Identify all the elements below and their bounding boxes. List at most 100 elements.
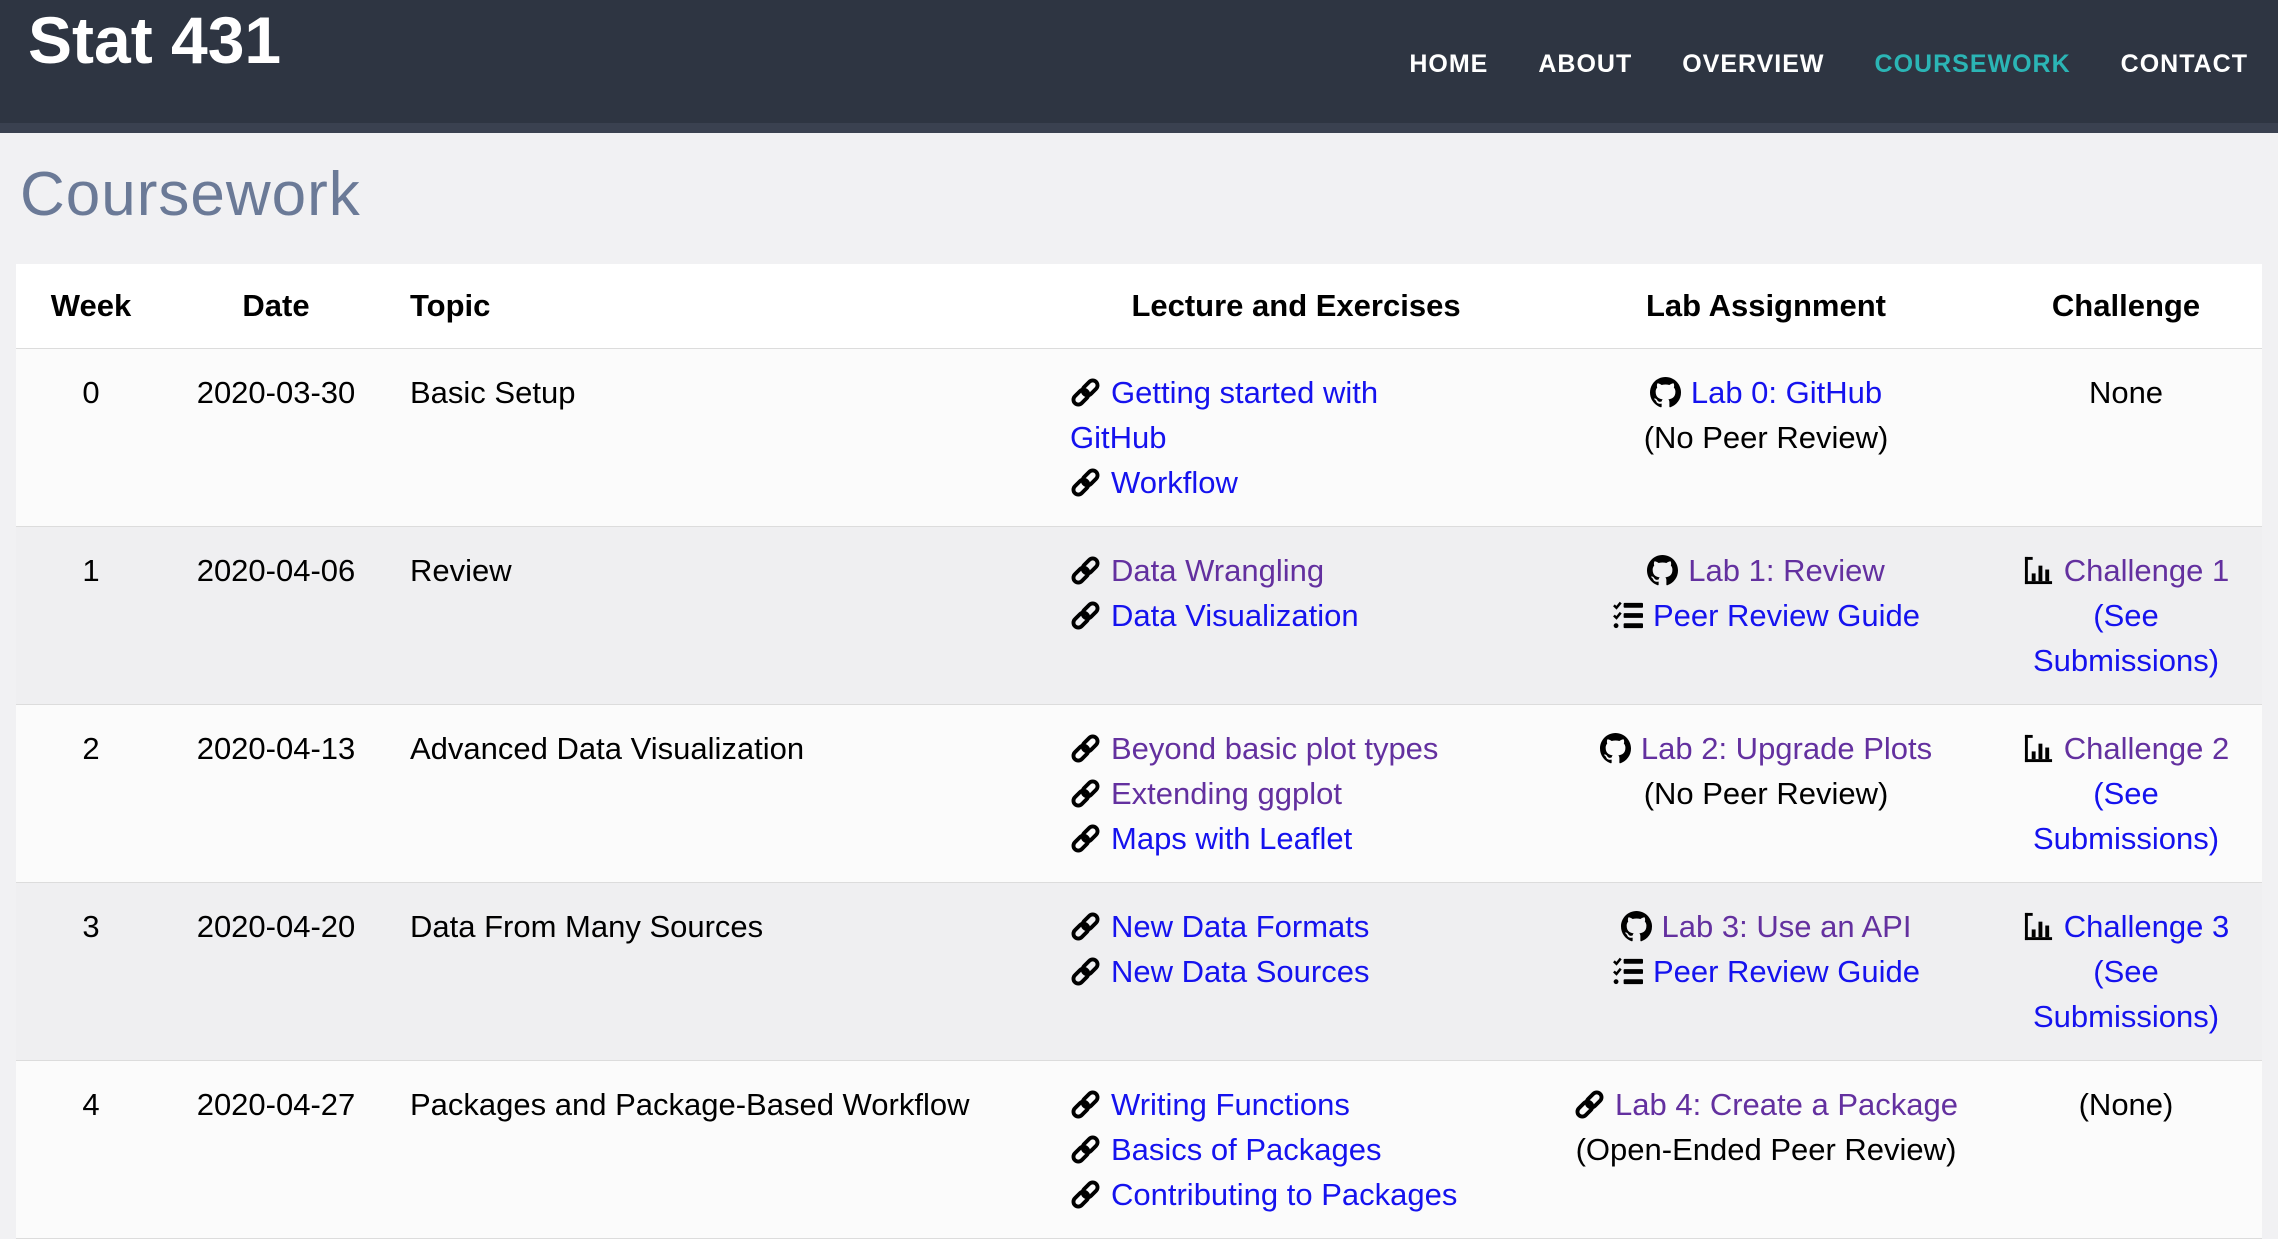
challenge-link[interactable]: Challenge 1 xyxy=(2064,553,2229,588)
topic-cell: Advanced Data Visualization xyxy=(386,705,1050,883)
lecture-link[interactable]: New Data Sources xyxy=(1111,954,1369,989)
link-icon xyxy=(1070,733,1101,764)
challenge-cell: (None) xyxy=(1990,1061,2262,1239)
lab-note: (Open-Ended Peer Review) xyxy=(1576,1132,1957,1167)
lab-line: Lab 0: GitHub xyxy=(1558,370,1974,415)
challenge-line: Challenge 3 xyxy=(2023,909,2229,944)
github-icon xyxy=(1600,733,1631,764)
chart-icon xyxy=(2023,733,2054,764)
challenge-line: (See Submissions) xyxy=(2033,598,2219,678)
link-icon xyxy=(1070,377,1101,408)
challenge-cell: Challenge 2 (See Submissions) xyxy=(1990,705,2262,883)
link-icon xyxy=(1070,956,1101,987)
column-header-date: Date xyxy=(166,264,386,349)
challenge-link[interactable]: (See Submissions) xyxy=(2033,598,2219,678)
lecture-link[interactable]: Writing Functions xyxy=(1111,1087,1350,1122)
lecture-link[interactable]: Data Wrangling xyxy=(1111,553,1324,588)
link-icon xyxy=(1070,467,1101,498)
lecture-link[interactable]: Contributing to Packages xyxy=(1111,1177,1457,1212)
table-header: WeekDateTopicLecture and ExercisesLab As… xyxy=(16,264,2262,349)
date-cell: 2020-04-06 xyxy=(166,527,386,705)
week-cell: 4 xyxy=(16,1061,166,1239)
week-cell: 0 xyxy=(16,349,166,527)
lecture-line: Basics of Packages xyxy=(1070,1127,1472,1172)
nav-item-about[interactable]: ABOUT xyxy=(1538,50,1632,79)
topic-cell: Review xyxy=(386,527,1050,705)
lab-link[interactable]: Lab 0: GitHub xyxy=(1691,375,1882,410)
lecture-link[interactable]: Workflow xyxy=(1111,465,1238,500)
lecture-line: Data Visualization xyxy=(1070,593,1472,638)
link-icon xyxy=(1574,1089,1605,1120)
lecture-link[interactable]: New Data Formats xyxy=(1111,909,1369,944)
table-row: 2 2020-04-13 Advanced Data Visualization… xyxy=(16,705,2262,883)
nav-item-home[interactable]: HOME xyxy=(1409,50,1488,79)
lab-link[interactable]: Lab 3: Use an API xyxy=(1662,909,1912,944)
column-header-topic: Topic xyxy=(386,264,1050,349)
page-title: Coursework xyxy=(0,133,2278,264)
chart-icon xyxy=(2023,555,2054,586)
site-brand[interactable]: Stat 431 xyxy=(28,0,281,77)
lab-cell: Lab 4: Create a Package (Open-Ended Peer … xyxy=(1542,1061,1990,1239)
lab-link[interactable]: Lab 4: Create a Package xyxy=(1615,1087,1958,1122)
link-icon xyxy=(1070,600,1101,631)
coursework-table: WeekDateTopicLecture and ExercisesLab As… xyxy=(16,264,2262,1239)
topic-cell: Packages and Package-Based Workflow xyxy=(386,1061,1050,1239)
lab-line: (Open-Ended Peer Review) xyxy=(1558,1127,1974,1172)
nav-item-contact[interactable]: CONTACT xyxy=(2121,50,2248,79)
navbar-strip xyxy=(0,123,2278,133)
challenge-note: (None) xyxy=(2079,1087,2174,1122)
lab-link[interactable]: Lab 2: Upgrade Plots xyxy=(1641,731,1932,766)
table-row: 3 2020-04-20 Data From Many Sources New … xyxy=(16,883,2262,1061)
github-icon xyxy=(1647,555,1678,586)
link-icon xyxy=(1070,1134,1101,1165)
link-icon xyxy=(1070,555,1101,586)
lecture-link[interactable]: Extending ggplot xyxy=(1111,776,1342,811)
nav-item-overview[interactable]: OVERVIEW xyxy=(1682,50,1824,79)
challenge-link[interactable]: Challenge 2 xyxy=(2064,731,2229,766)
challenge-line: (None) xyxy=(2079,1087,2174,1122)
lab-cell: Lab 2: Upgrade Plots(No Peer Review) xyxy=(1542,705,1990,883)
lab-link[interactable]: Peer Review Guide xyxy=(1653,598,1920,633)
date-cell: 2020-04-20 xyxy=(166,883,386,1061)
lecture-link[interactable]: Basics of Packages xyxy=(1111,1132,1382,1167)
lecture-line: Data Wrangling xyxy=(1070,548,1472,593)
lecture-link[interactable]: Maps with Leaflet xyxy=(1111,821,1352,856)
lab-line: Lab 4: Create a Package xyxy=(1558,1082,1974,1127)
lab-link[interactable]: Lab 1: Review xyxy=(1688,553,1884,588)
column-header-lecture-and-exercises: Lecture and Exercises xyxy=(1050,264,1542,349)
column-header-week: Week xyxy=(16,264,166,349)
link-icon xyxy=(1070,823,1101,854)
challenge-link[interactable]: (See Submissions) xyxy=(2033,954,2219,1034)
week-cell: 3 xyxy=(16,883,166,1061)
lecture-line: Maps with Leaflet xyxy=(1070,816,1472,861)
week-cell: 1 xyxy=(16,527,166,705)
week-cell: 2 xyxy=(16,705,166,883)
challenge-link[interactable]: Challenge 3 xyxy=(2064,909,2229,944)
lecture-link[interactable]: Beyond basic plot types xyxy=(1111,731,1438,766)
lab-link[interactable]: Peer Review Guide xyxy=(1653,954,1920,989)
challenge-cell: Challenge 3 (See Submissions) xyxy=(1990,883,2262,1061)
tasks-icon xyxy=(1612,600,1643,631)
lecture-cell: New Data Formats New Data Sources xyxy=(1050,883,1542,1061)
lecture-link[interactable]: Data Visualization xyxy=(1111,598,1359,633)
lab-cell: Lab 3: Use an API Peer Review Guide xyxy=(1542,883,1990,1061)
lab-line: Lab 2: Upgrade Plots xyxy=(1558,726,1974,771)
lecture-cell: Getting started with GitHub Workflow xyxy=(1050,349,1542,527)
lecture-link[interactable]: Getting started with GitHub xyxy=(1070,375,1378,455)
nav-item-coursework[interactable]: COURSEWORK xyxy=(1875,50,2071,79)
challenge-line: (See Submissions) xyxy=(2033,954,2219,1034)
column-header-lab-assignment: Lab Assignment xyxy=(1542,264,1990,349)
challenge-link[interactable]: (See Submissions) xyxy=(2033,776,2219,856)
lecture-cell: Data Wrangling Data Visualization xyxy=(1050,527,1542,705)
link-icon xyxy=(1070,1089,1101,1120)
challenge-line: Challenge 1 xyxy=(2023,553,2229,588)
date-cell: 2020-03-30 xyxy=(166,349,386,527)
chart-icon xyxy=(2023,911,2054,942)
column-header-challenge: Challenge xyxy=(1990,264,2262,349)
table-row: 0 2020-03-30 Basic Setup Getting started… xyxy=(16,349,2262,527)
lecture-line: New Data Formats xyxy=(1070,904,1472,949)
top-navbar: Stat 431 HOME ABOUT OVERVIEW COURSEWORK CONT… xyxy=(0,0,2278,123)
lecture-line: Workflow xyxy=(1070,460,1472,505)
link-icon xyxy=(1070,1179,1101,1210)
lecture-line: New Data Sources xyxy=(1070,949,1472,994)
